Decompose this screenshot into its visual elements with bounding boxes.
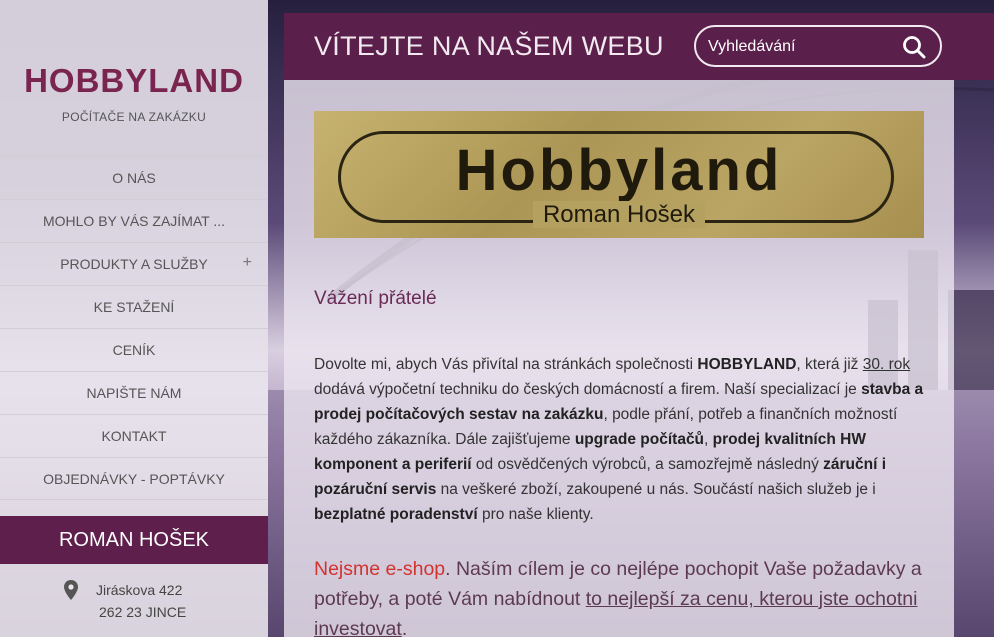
greeting-heading: Vážení přátelé bbox=[314, 288, 437, 309]
contact-address: Jiráskova 422 262 23 JINCE bbox=[96, 579, 186, 623]
menu-item-ke-stazeni[interactable]: KE STAŽENÍ bbox=[0, 285, 268, 328]
menu-item-label: KE STAŽENÍ bbox=[93, 299, 175, 315]
menu-item-label: NAPIŠTE NÁM bbox=[86, 385, 182, 401]
intro-paragraph: Dovolte mi, abych Vás přivítal na stránk… bbox=[314, 356, 924, 523]
menu-item-objednavky-poptavky[interactable]: OBJEDNÁVKY - POPTÁVKY bbox=[0, 457, 268, 500]
map-pin-icon bbox=[64, 580, 78, 600]
menu-item-label: CENÍK bbox=[112, 342, 156, 358]
eshop-notice: Nejsme e-shop bbox=[314, 558, 446, 580]
sidebar: HOBBYLAND POČÍTAČE NA ZAKÁZKU O NÁS MOHL… bbox=[0, 0, 268, 637]
site-logo[interactable]: HOBBYLAND bbox=[0, 62, 268, 100]
menu-item-label: MOHLO BY VÁS ZAJÍMAT ... bbox=[42, 213, 226, 229]
menu-item-label: OBJEDNÁVKY - POPTÁVKY bbox=[43, 470, 225, 487]
contact-heading: ROMAN HOŠEK bbox=[0, 516, 268, 564]
menu-item-cenik[interactable]: CENÍK bbox=[0, 328, 268, 371]
banner-name: Hobbyland bbox=[455, 138, 783, 203]
expand-plus-icon[interactable]: + bbox=[243, 254, 252, 272]
menu-item-label: KONTAKT bbox=[101, 428, 167, 444]
search-box bbox=[694, 25, 942, 67]
search-icon[interactable] bbox=[902, 35, 926, 59]
menu-item-kontakt[interactable]: KONTAKT bbox=[0, 414, 268, 457]
menu-item-label: O NÁS bbox=[112, 170, 156, 186]
hobbyland-banner-image: Hobbyland Roman Hošek bbox=[314, 111, 924, 238]
address-street: Jiráskova 422 bbox=[96, 582, 183, 598]
banner-owner-text: Roman Hošek bbox=[532, 201, 706, 228]
content-panel: Hobbyland Roman Hošek Vážení přátelé Dov… bbox=[284, 80, 954, 637]
page-title: VÍTEJTE NA NAŠEM WEBU bbox=[314, 31, 664, 61]
menu-item-napiste-nam[interactable]: NAPIŠTE NÁM bbox=[0, 371, 268, 414]
menu-item-mohlo-by-vas-zajimat[interactable]: MOHLO BY VÁS ZAJÍMAT ... bbox=[0, 199, 268, 242]
main-menu: O NÁS MOHLO BY VÁS ZAJÍMAT ... PRODUKTY … bbox=[0, 156, 268, 500]
page-header: VÍTEJTE NA NAŠEM WEBU bbox=[284, 13, 994, 80]
site-tagline: POČÍTAČE NA ZAKÁZKU bbox=[61, 110, 207, 124]
banner-owner: Roman Hošek bbox=[314, 201, 924, 229]
search-input[interactable] bbox=[708, 35, 898, 59]
menu-item-o-nas[interactable]: O NÁS bbox=[0, 156, 268, 199]
address-city: 262 23 JINCE bbox=[99, 604, 187, 620]
eshop-paragraph: Nejsme e-shop. Naším cílem je co nejlépe… bbox=[314, 554, 926, 637]
menu-item-produkty-a-sluzby[interactable]: PRODUKTY A SLUŽBY + bbox=[0, 242, 268, 285]
company-name: HOBBYLAND bbox=[697, 356, 797, 373]
years-link[interactable]: 30. rok bbox=[863, 356, 910, 373]
menu-item-label: PRODUKTY A SLUŽBY bbox=[60, 256, 208, 272]
